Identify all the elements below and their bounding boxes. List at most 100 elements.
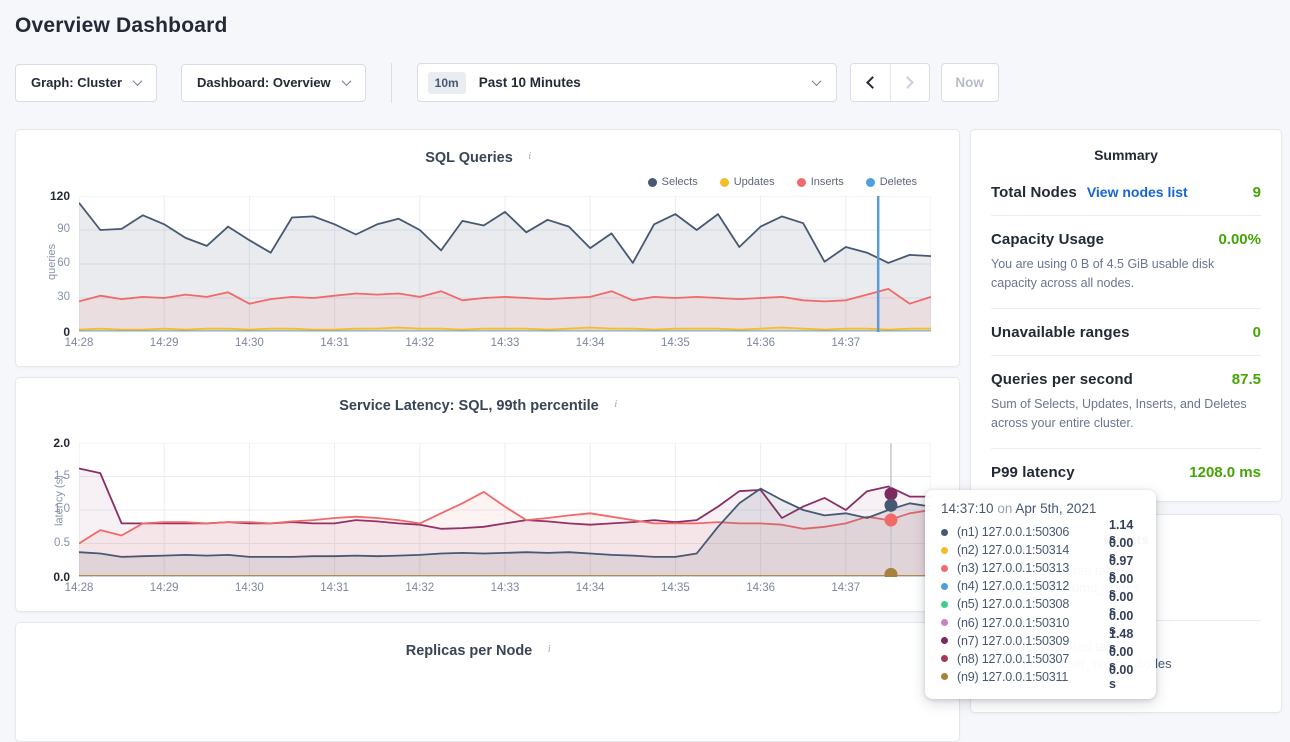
summary-label: Total Nodes	[991, 184, 1077, 201]
time-prev-button[interactable]	[851, 64, 890, 101]
legend-dot-icon	[720, 178, 729, 187]
info-icon[interactable]: i	[522, 150, 538, 166]
summary-row: Unavailable ranges 0	[991, 308, 1261, 355]
x-tick-label: 14:31	[320, 337, 349, 349]
x-tick-label: 14:35	[661, 582, 690, 594]
x-tick-label: 14:37	[831, 582, 860, 594]
x-tick-label: 14:33	[491, 582, 520, 594]
x-tick-label: 14:37	[831, 337, 860, 349]
summary-description: You are using 0 B of 4.5 GiB usable disk…	[991, 255, 1261, 294]
toolbar-divider	[391, 63, 392, 103]
x-tick-label: 14:30	[235, 337, 264, 349]
chart-title: Service Latency: SQL, 99th percentile	[339, 398, 599, 414]
legend-item[interactable]: Selects	[648, 175, 698, 189]
x-tick-label: 14:35	[661, 337, 690, 349]
legend-label: Selects	[662, 176, 698, 188]
summary-title: Summary	[991, 147, 1261, 163]
graph-dropdown[interactable]: Graph: Cluster	[15, 64, 157, 102]
chevron-down-icon	[341, 76, 351, 86]
y-axis-ticks: 0306090120	[36, 196, 79, 332]
summary-label: Unavailable ranges	[991, 324, 1130, 341]
time-range-badge: 10m	[428, 72, 466, 94]
summary-value: 0	[1253, 324, 1261, 341]
x-tick-label: 14:28	[65, 582, 94, 594]
chart-plot-svg	[79, 443, 931, 577]
event-item[interactable]: User root created tablemovr.public.user_…	[991, 620, 1261, 696]
y-tick-label: 30	[57, 291, 70, 303]
summary-row: P99 latency 1208.0 ms	[991, 448, 1261, 495]
summary-rows: Total Nodes View nodes list 9 Capacity Usag…	[991, 169, 1261, 495]
y-tick-label: 0.5	[54, 537, 70, 549]
legend-item[interactable]: Inserts	[797, 175, 844, 189]
summary-value: 9	[1253, 184, 1261, 201]
service-latency-plot[interactable]: 14:2814:2914:3014:3114:3214:3314:3414:35…	[79, 443, 931, 597]
legend-item[interactable]: Deletes	[866, 175, 917, 189]
chevron-left-icon	[866, 76, 879, 89]
chart-title: SQL Queries	[425, 150, 513, 166]
events-title: Events	[991, 531, 1261, 547]
side-column: Summary Total Nodes View nodes list 9 Capac…	[970, 129, 1282, 713]
chevron-down-icon	[133, 76, 143, 86]
y-axis-ticks: 0.00.51.01.52.0	[36, 443, 79, 577]
dashboard-dropdown[interactable]: Dashboard: Overview	[181, 64, 366, 102]
now-button[interactable]: Now	[941, 63, 999, 102]
legend-dot-icon	[866, 178, 875, 187]
charts-column: SQL Queries i Selects Updates Inserts Delet…	[15, 129, 960, 742]
events-list: User root created tablemovr.public.promo…	[991, 553, 1261, 696]
event-text-line: User root created table	[991, 562, 1261, 579]
legend-label: Updates	[734, 176, 775, 188]
x-tick-label: 14:32	[405, 582, 434, 594]
view-nodes-list-link[interactable]: View nodes list	[1087, 184, 1188, 200]
x-axis-ticks: 14:2814:2914:3014:3114:3214:3314:3414:35…	[79, 337, 931, 352]
event-item[interactable]: User root created tablemovr.public.promo…	[991, 553, 1261, 620]
time-next-button[interactable]	[890, 64, 929, 101]
legend-dot-icon	[797, 178, 806, 187]
y-tick-label: 60	[57, 257, 70, 269]
x-tick-label: 14:32	[405, 337, 434, 349]
summary-card: Summary Total Nodes View nodes list 9 Capac…	[970, 129, 1282, 502]
x-tick-label: 14:29	[150, 337, 179, 349]
summary-description: Sum of Selects, Updates, Inserts, and De…	[991, 395, 1261, 434]
summary-label: Capacity Usage	[991, 231, 1104, 248]
x-axis-ticks: 14:2814:2914:3014:3114:3214:3314:3414:35…	[79, 582, 931, 597]
x-tick-label: 14:34	[576, 582, 605, 594]
legend-label: Inserts	[811, 176, 844, 188]
x-tick-label: 14:30	[235, 582, 264, 594]
info-icon[interactable]: i	[541, 643, 557, 659]
dashboard-dropdown-label: Dashboard: Overview	[197, 75, 331, 90]
summary-label: Queries per second	[991, 371, 1133, 388]
chart-plot-svg	[79, 196, 931, 332]
sql-queries-chart-card: SQL Queries i Selects Updates Inserts Delet…	[15, 129, 960, 367]
toolbar: Graph: Cluster Dashboard: Overview 10m P…	[15, 63, 1275, 102]
chart-legend: Selects Updates Inserts Deletes	[32, 175, 931, 189]
info-icon[interactable]: i	[608, 398, 624, 414]
chevron-down-icon	[811, 76, 821, 86]
event-text-line: movr.public.promo_codes	[991, 579, 1261, 596]
legend-label: Deletes	[880, 176, 917, 188]
summary-row: Total Nodes View nodes list 9	[991, 169, 1261, 215]
event-text-line: movr.public.user_promo_codes	[991, 655, 1261, 672]
chevron-right-icon	[901, 76, 914, 89]
summary-label: P99 latency	[991, 464, 1075, 481]
x-tick-label: 14:29	[150, 582, 179, 594]
summary-value: 87.5	[1232, 371, 1261, 388]
time-range-picker[interactable]: 10m Past 10 Minutes	[417, 63, 837, 102]
x-tick-label: 14:34	[576, 337, 605, 349]
summary-value: 1208.0 ms	[1189, 464, 1261, 481]
legend-item[interactable]: Updates	[720, 175, 775, 189]
time-range-label: Past 10 Minutes	[479, 75, 813, 90]
service-latency-chart-card: Service Latency: SQL, 99th percentile i …	[15, 377, 960, 612]
x-tick-label: 14:28	[65, 337, 94, 349]
sql-queries-plot[interactable]: 14:2814:2914:3014:3114:3214:3314:3414:35…	[79, 196, 931, 352]
graph-dropdown-label: Graph: Cluster	[31, 75, 122, 90]
y-tick-label: 2.0	[53, 436, 70, 450]
event-text-line: User root created table	[991, 638, 1261, 655]
time-step-buttons	[850, 63, 930, 102]
y-tick-label: 1.0	[54, 503, 70, 515]
y-tick-label: 120	[50, 189, 70, 203]
x-tick-label: 14:31	[320, 582, 349, 594]
legend-dot-icon	[648, 178, 657, 187]
summary-row: Queries per second 87.5 Sum of Selects, Up…	[991, 355, 1261, 448]
x-tick-label: 14:33	[491, 337, 520, 349]
x-tick-label: 14:36	[746, 582, 775, 594]
